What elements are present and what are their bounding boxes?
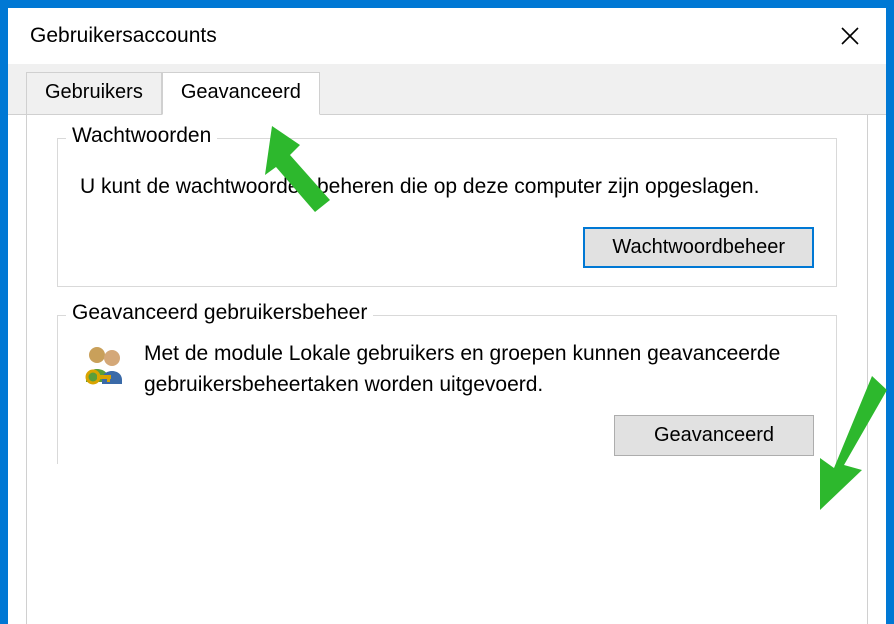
- user-accounts-dialog: Gebruikersaccounts Gebruikers Geavanceer…: [8, 8, 886, 624]
- advanced-groupbox: Geavanceerd gebruikersbeheer Met de modu…: [57, 315, 837, 464]
- advanced-group-text: Met de module Lokale gebruikers en groep…: [144, 338, 814, 401]
- passwords-group-text: U kunt de wachtwoorden beheren die op de…: [80, 171, 814, 203]
- users-and-key-icon: [80, 342, 128, 390]
- close-icon[interactable]: [828, 14, 872, 58]
- advanced-group-title: Geavanceerd gebruikersbeheer: [66, 301, 373, 325]
- passwords-groupbox: Wachtwoorden U kunt de wachtwoorden behe…: [57, 138, 837, 287]
- tab-users[interactable]: Gebruikers: [26, 72, 162, 114]
- passwords-group-title: Wachtwoorden: [66, 124, 217, 148]
- advanced-button[interactable]: Geavanceerd: [614, 415, 814, 456]
- tab-bar: Gebruikers Geavanceerd: [8, 64, 886, 115]
- password-management-button[interactable]: Wachtwoordbeheer: [583, 227, 814, 268]
- passwords-button-row: Wachtwoordbeheer: [80, 227, 814, 268]
- tab-advanced[interactable]: Geavanceerd: [162, 72, 320, 115]
- advanced-button-row: Geavanceerd: [80, 415, 814, 456]
- titlebar: Gebruikersaccounts: [8, 8, 886, 64]
- tab-content-advanced: Wachtwoorden U kunt de wachtwoorden behe…: [26, 114, 868, 624]
- window-title: Gebruikersaccounts: [30, 24, 217, 48]
